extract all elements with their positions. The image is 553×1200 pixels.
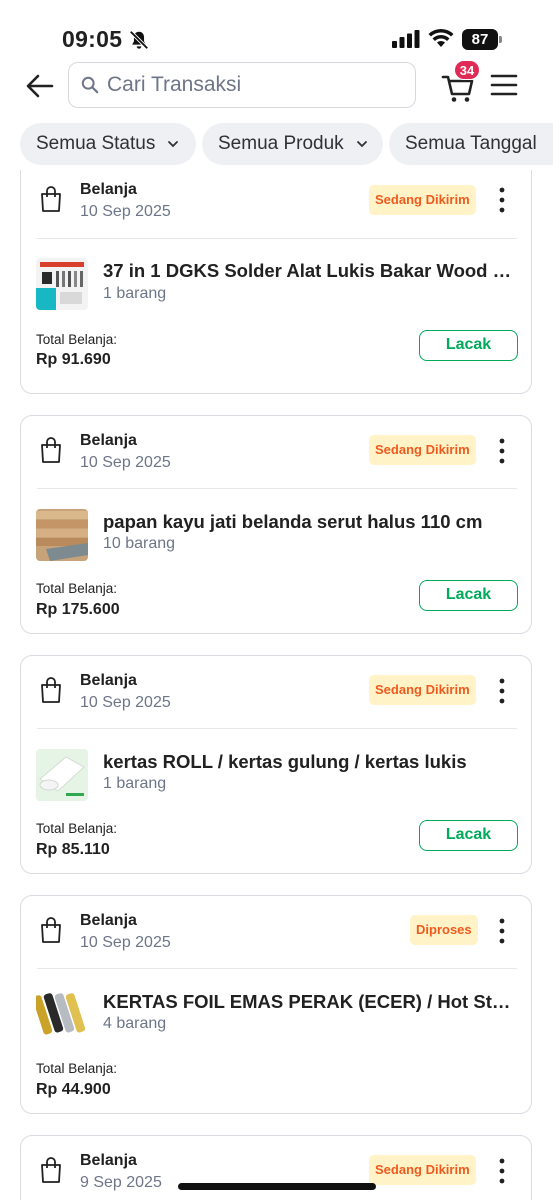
status-time: 09:05 [62, 26, 123, 52]
back-arrow-icon [26, 74, 54, 98]
hamburger-menu-icon[interactable] [490, 72, 518, 98]
kebab-menu-icon[interactable] [492, 1157, 512, 1185]
status-badge: Sedang Dikirim [369, 675, 476, 705]
order-date: 10 Sep 2025 [80, 203, 171, 220]
shopping-bag-icon [41, 917, 61, 943]
track-button[interactable]: Lacak [419, 820, 518, 851]
order-card[interactable]: Belanja 9 Sep 2025 Sedang Dikirim [20, 1135, 532, 1200]
order-date: 10 Sep 2025 [80, 934, 171, 951]
track-button[interactable]: Lacak [419, 580, 518, 611]
order-type: Belanja [80, 1152, 137, 1169]
filter-status-label: Semua Status [36, 133, 156, 154]
shopping-bag-icon [41, 437, 61, 463]
product-quantity: 1 barang [103, 285, 167, 302]
total-label: Total Belanja: [36, 1061, 118, 1076]
shopping-bag-icon [41, 1157, 61, 1183]
kebab-menu-icon[interactable] [492, 917, 512, 945]
battery-level: 87 [462, 29, 498, 50]
order-type: Belanja [80, 912, 137, 929]
order-type: Belanja [80, 432, 137, 449]
order-date: 10 Sep 2025 [80, 454, 171, 471]
back-button[interactable] [22, 70, 58, 102]
order-card[interactable]: Belanja 10 Sep 2025 Sedang Dikirim 37 in… [20, 170, 532, 394]
shopping-bag-icon [41, 677, 61, 703]
filter-status[interactable]: Semua Status [20, 123, 196, 165]
status-badge: Diproses [410, 915, 478, 945]
product-name: 37 in 1 DGKS Solder Alat Lukis Bakar Woo… [103, 260, 519, 281]
total-label: Total Belanja: [36, 332, 118, 347]
signal-icon [392, 30, 420, 48]
kebab-menu-icon[interactable] [492, 677, 512, 705]
kebab-menu-icon[interactable] [492, 437, 512, 465]
product-name: KERTAS FOIL EMAS PERAK (ECER) / Hot Stam… [103, 991, 519, 1012]
filter-date[interactable]: Semua Tanggal [389, 123, 553, 165]
order-date: 9 Sep 2025 [80, 1174, 162, 1191]
wifi-icon [428, 28, 454, 47]
chevron-down-icon [168, 141, 179, 148]
divider [37, 968, 517, 969]
divider [37, 488, 517, 489]
cart-count-badge: 34 [454, 60, 480, 80]
total-value: Rp 91.690 [36, 351, 111, 368]
product-quantity: 4 barang [103, 1015, 167, 1032]
order-card[interactable]: Belanja 10 Sep 2025 Diproses KERTAS FOIL… [20, 895, 532, 1114]
filter-product[interactable]: Semua Produk [202, 123, 383, 165]
product-thumbnail [36, 509, 88, 561]
total-value: Rp 175.600 [36, 601, 120, 618]
filter-bar: Semua Status Semua Produk Semua Tanggal [0, 123, 553, 165]
product-thumbnail [36, 989, 88, 1041]
total-label: Total Belanja: [36, 821, 118, 836]
divider [37, 238, 517, 239]
shopping-bag-icon [41, 186, 61, 212]
product-quantity: 10 barang [103, 535, 176, 552]
bell-muted-icon [129, 30, 149, 50]
header: 34 [0, 60, 553, 112]
product-name: kertas ROLL / kertas gulung / kertas luk… [103, 751, 467, 772]
order-type: Belanja [80, 181, 137, 198]
order-card[interactable]: Belanja 10 Sep 2025 Sedang Dikirim kerta… [20, 655, 532, 874]
product-thumbnail [36, 749, 88, 801]
order-date: 10 Sep 2025 [80, 694, 171, 711]
status-badge: Sedang Dikirim [369, 185, 476, 215]
product-thumbnail [36, 258, 88, 310]
order-type: Belanja [80, 672, 137, 689]
filter-date-label: Semua Tanggal [405, 133, 537, 154]
order-list: Belanja 10 Sep 2025 Sedang Dikirim 37 in… [0, 170, 553, 1200]
battery-icon: 87 [462, 29, 502, 50]
divider [37, 728, 517, 729]
order-card[interactable]: Belanja 10 Sep 2025 Sedang Dikirim papan… [20, 415, 532, 634]
filter-product-label: Semua Produk [218, 133, 344, 154]
track-button[interactable]: Lacak [419, 330, 518, 361]
search-icon [81, 76, 99, 94]
search-field[interactable] [68, 62, 416, 108]
status-badge: Sedang Dikirim [369, 435, 476, 465]
total-label: Total Belanja: [36, 581, 118, 596]
home-indicator[interactable] [178, 1183, 376, 1190]
total-value: Rp 44.900 [36, 1081, 111, 1098]
total-value: Rp 85.110 [36, 841, 110, 858]
product-quantity: 1 barang [103, 775, 167, 792]
search-input[interactable] [107, 73, 397, 97]
status-badge: Sedang Dikirim [369, 1155, 476, 1185]
kebab-menu-icon[interactable] [492, 186, 512, 214]
product-name: papan kayu jati belanda serut halus 110 … [103, 511, 483, 532]
chevron-down-icon [356, 141, 367, 148]
